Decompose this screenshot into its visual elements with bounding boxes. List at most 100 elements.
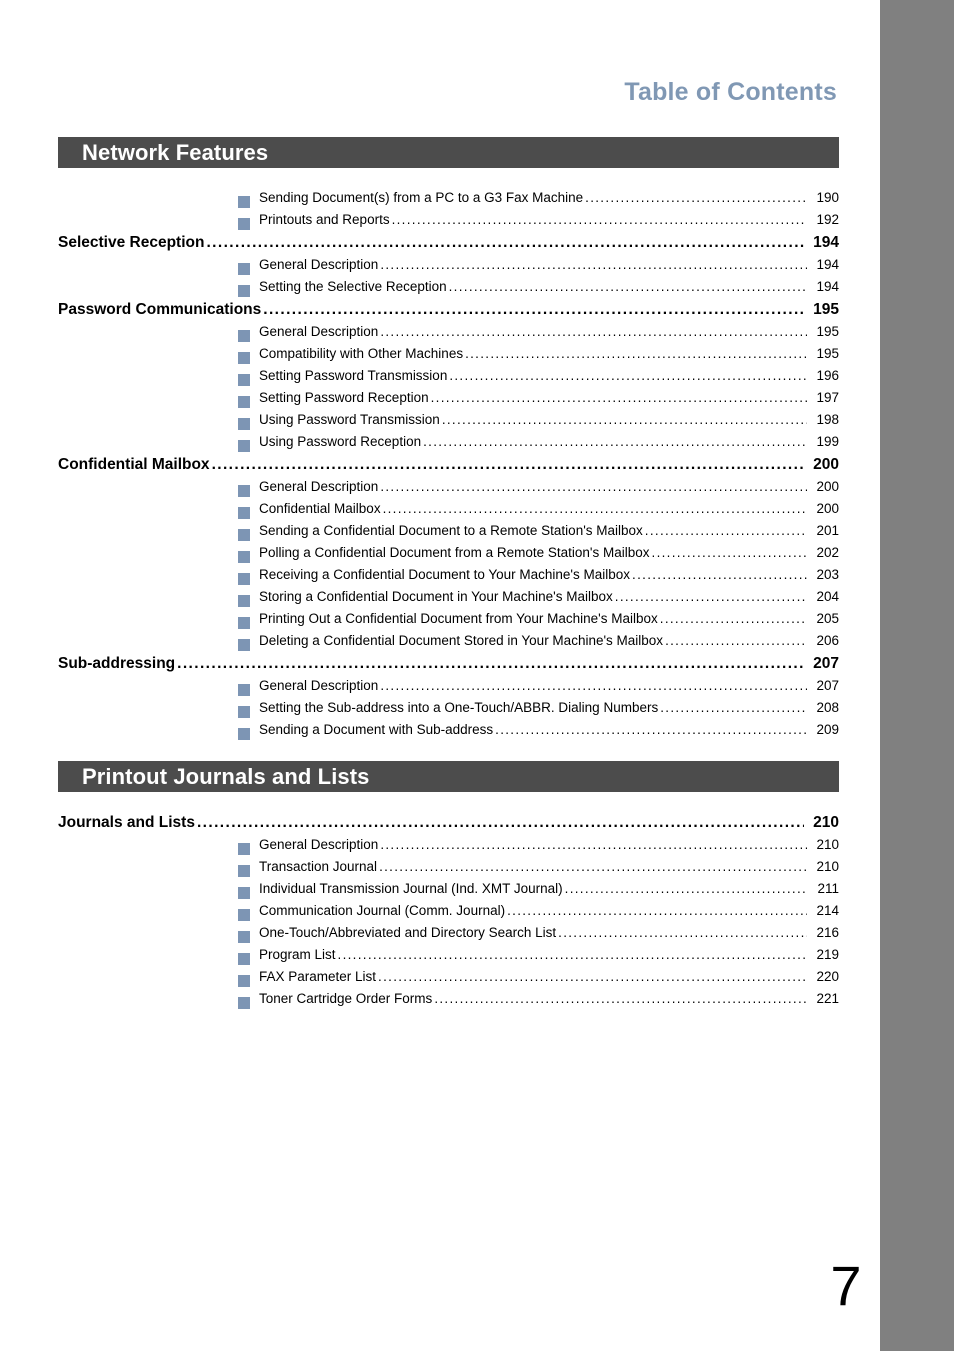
toc-entry-label: Setting the Sub-address into a One-Touch… <box>259 700 659 715</box>
toc-entry-label: Sub-addressing <box>58 655 176 672</box>
toc-entry-item[interactable]: Communication Journal (Comm. Journal)...… <box>58 903 839 925</box>
toc-entry-item[interactable]: General Description.....................… <box>58 324 839 346</box>
leader-dots: ........................................… <box>430 390 807 405</box>
toc-entry-item[interactable]: Sending a Confidential Document to a Rem… <box>58 523 839 545</box>
leader-dots: ........................................… <box>380 837 807 852</box>
square-bullet-icon <box>238 706 250 718</box>
chapter-spacer <box>58 168 839 190</box>
leader-dots: ........................................… <box>585 190 807 205</box>
toc-entry-item[interactable]: Printouts and Reports...................… <box>58 212 839 234</box>
toc-entry-section[interactable]: Journals and Lists......................… <box>58 814 839 837</box>
toc-entry-label: Communication Journal (Comm. Journal) <box>259 903 506 918</box>
toc-entry-item[interactable]: One-Touch/Abbreviated and Directory Sear… <box>58 925 839 947</box>
chapter-banner: Printout Journals and Lists <box>58 761 839 792</box>
toc-entry-label: Printouts and Reports <box>259 212 390 227</box>
toc-entry-label: General Description <box>259 324 379 339</box>
toc-entry-item[interactable]: Using Password Transmission.............… <box>58 412 839 434</box>
toc-entry-item[interactable]: Using Password Reception................… <box>58 434 839 456</box>
toc-entry-label: Storing a Confidential Document in Your … <box>259 589 613 604</box>
toc-entry-page-number: 216 <box>816 925 839 940</box>
square-bullet-icon <box>238 374 250 386</box>
toc-entry-page-number: 196 <box>816 368 839 383</box>
toc-entry-section[interactable]: Confidential Mailbox....................… <box>58 456 839 479</box>
toc-entry-page-number: 205 <box>816 611 839 626</box>
square-bullet-icon <box>238 218 250 230</box>
toc-entry-item[interactable]: Sending Document(s) from a PC to a G3 Fa… <box>58 190 839 212</box>
toc-entry-section[interactable]: Selective Reception.....................… <box>58 234 839 257</box>
leader-dots: ........................................… <box>660 700 807 715</box>
leader-dots: ........................................… <box>651 545 807 560</box>
chapter-banner: Network Features <box>58 137 839 168</box>
toc-entry-item[interactable]: Individual Transmission Journal (Ind. XM… <box>58 881 839 903</box>
toc-entry-page-number: 210 <box>816 859 839 874</box>
toc-entry-item[interactable]: Sending a Document with Sub-address.....… <box>58 722 839 744</box>
toc-entry-item[interactable]: Program List............................… <box>58 947 839 969</box>
leader-dots: ........................................… <box>465 346 807 361</box>
toc-entry-item[interactable]: Receiving a Confidential Document to You… <box>58 567 839 589</box>
leader-dots: ........................................… <box>659 611 807 626</box>
toc-entry-section[interactable]: Password Communications.................… <box>58 301 839 324</box>
toc-entry-label: Sending Document(s) from a PC to a G3 Fa… <box>259 190 584 205</box>
page-number: 7 <box>830 1254 862 1317</box>
toc-entry-label: Setting Password Transmission <box>259 368 448 383</box>
square-bullet-icon <box>238 595 250 607</box>
toc-entry-page-number: 199 <box>816 434 839 449</box>
leader-dots: ........................................… <box>206 234 804 251</box>
toc-entry-item[interactable]: General Description.....................… <box>58 479 839 501</box>
toc-entry-page-number: 194 <box>816 257 839 272</box>
square-bullet-icon <box>238 285 250 297</box>
toc-entry-item[interactable]: Transaction Journal.....................… <box>58 859 839 881</box>
leader-dots: ........................................… <box>337 947 807 962</box>
toc-entry-item[interactable]: Storing a Confidential Document in Your … <box>58 589 839 611</box>
toc-entry-label: One-Touch/Abbreviated and Directory Sear… <box>259 925 557 940</box>
toc-entry-page-number: 194 <box>813 234 839 251</box>
toc-entry-item[interactable]: Polling a Confidential Document from a R… <box>58 545 839 567</box>
square-bullet-icon <box>238 396 250 408</box>
toc-entry-page-number: 207 <box>813 655 839 672</box>
leader-dots: ........................................… <box>378 969 807 984</box>
toc-entry-item[interactable]: Setting Password Reception..............… <box>58 390 839 412</box>
leader-dots: ........................................… <box>263 301 804 318</box>
square-bullet-icon <box>238 887 250 899</box>
leader-dots: ........................................… <box>448 279 807 294</box>
toc-entry-item[interactable]: Confidential Mailbox....................… <box>58 501 839 523</box>
toc-entry-item[interactable]: Deleting a Confidential Document Stored … <box>58 633 839 655</box>
toc-entry-label: FAX Parameter List <box>259 969 377 984</box>
toc-entry-item[interactable]: Setting the Selective Reception.........… <box>58 279 839 301</box>
toc-entry-label: Polling a Confidential Document from a R… <box>259 545 650 560</box>
toc-entry-label: Deleting a Confidential Document Stored … <box>259 633 664 648</box>
toc-entry-page-number: 210 <box>813 814 839 831</box>
toc-entry-item[interactable]: Printing Out a Confidential Document fro… <box>58 611 839 633</box>
toc-entry-item[interactable]: General Description.....................… <box>58 837 839 859</box>
toc-entry-page-number: 200 <box>816 479 839 494</box>
toc-entry-label: Transaction Journal <box>259 859 378 874</box>
table-of-contents: Network Features Sending Document(s) from… <box>58 137 839 1013</box>
toc-entry-item[interactable]: Setting Password Transmission...........… <box>58 368 839 390</box>
toc-entry-item[interactable]: Setting the Sub-address into a One-Touch… <box>58 700 839 722</box>
leader-dots: ........................................… <box>211 456 804 473</box>
toc-entry-page-number: 211 <box>817 881 839 896</box>
toc-entry-item[interactable]: Compatibility with Other Machines.......… <box>58 346 839 368</box>
page-edge-bar <box>880 0 954 1351</box>
toc-entry-page-number: 214 <box>816 903 839 918</box>
toc-entry-page-number: 204 <box>816 589 839 604</box>
toc-entry-label: Selective Reception <box>58 234 205 251</box>
leader-dots: ........................................… <box>449 368 807 383</box>
leader-dots: ........................................… <box>380 257 807 272</box>
toc-entry-item[interactable]: FAX Parameter List......................… <box>58 969 839 991</box>
toc-entry-page-number: 202 <box>816 545 839 560</box>
toc-entry-page-number: 201 <box>816 523 839 538</box>
leader-dots: ........................................… <box>564 881 807 896</box>
leader-dots: ........................................… <box>495 722 807 737</box>
square-bullet-icon <box>238 440 250 452</box>
toc-entry-page-number: 219 <box>816 947 839 962</box>
toc-entry-section[interactable]: Sub-addressing..........................… <box>58 655 839 678</box>
leader-dots: ........................................… <box>380 324 807 339</box>
toc-entry-item[interactable]: Toner Cartridge Order Forms.............… <box>58 991 839 1013</box>
square-bullet-icon <box>238 196 250 208</box>
toc-entry-item[interactable]: General Description.....................… <box>58 257 839 279</box>
toc-entry-item[interactable]: General Description.....................… <box>58 678 839 700</box>
toc-entry-label: Setting Password Reception <box>259 390 429 405</box>
square-bullet-icon <box>238 418 250 430</box>
toc-entry-page-number: 206 <box>816 633 839 648</box>
